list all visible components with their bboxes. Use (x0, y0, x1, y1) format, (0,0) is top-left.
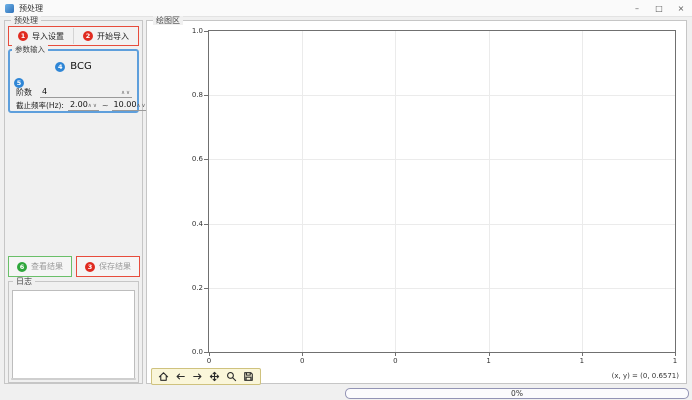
y-tick (204, 288, 209, 289)
signal-type-row: 4 BCG (10, 61, 137, 72)
x-tick-label: 1 (673, 357, 677, 365)
app-icon (5, 4, 14, 13)
plot-toolbar (151, 368, 261, 385)
x-tick-label: 0 (393, 357, 397, 365)
home-button[interactable] (158, 371, 169, 382)
y-tick-label: 0.4 (192, 220, 203, 228)
log-group-title: 日志 (13, 277, 35, 286)
zoom-button[interactable] (226, 371, 237, 382)
y-tick-label: 0.0 (192, 348, 203, 356)
import-settings-label: 导入设置 (32, 31, 64, 42)
x-tick (209, 352, 210, 356)
save-results-label: 保存结果 (99, 261, 131, 272)
view-results-label: 查看结果 (31, 261, 63, 272)
progress-value: 0% (511, 389, 523, 398)
gridline (209, 159, 675, 160)
gridline (209, 224, 675, 225)
y-tick-label: 0.8 (192, 91, 203, 99)
x-tick (675, 352, 676, 356)
x-tick-label: 0 (300, 357, 304, 365)
title-bar: 预处理 – □ × (0, 0, 692, 17)
window-title: 预处理 (19, 3, 43, 14)
gridline (302, 31, 303, 352)
y-tick (204, 31, 209, 32)
signal-type-label: BCG (70, 61, 91, 72)
cutoff-low-spinbox[interactable]: 2.00 ∧∨ (68, 100, 99, 111)
filter-order-row: 阶数 4 ∧∨ (16, 87, 132, 98)
x-tick-label: 1 (580, 357, 584, 365)
gridline (209, 95, 675, 96)
preprocess-panel: 预处理 1 导入设置 2 开始导入 参数输入 4 BCG 5 阶数 (4, 20, 143, 384)
back-arrow-icon (175, 371, 186, 382)
x-tick (395, 352, 396, 356)
window-controls: – □ × (626, 0, 692, 17)
x-tick-label: 0 (207, 357, 211, 365)
range-separator: ~ (102, 101, 109, 110)
pan-icon (209, 371, 220, 382)
cutoff-high-spinbox[interactable]: 10.00 ∧∨ (112, 100, 148, 111)
y-tick (204, 159, 209, 160)
filter-order-value: 4 (42, 87, 47, 96)
plot-panel: 绘图区 1.0 0.8 0.6 0.4 0.2 0.0 (146, 20, 687, 384)
parameter-input-group: 参数输入 4 BCG 5 阶数 4 ∧∨ 截止频率(Hz): 2.00 ∧∨ (8, 49, 139, 113)
cursor-coordinates-readout: (x, y) = (0, 0.6571) (612, 372, 679, 380)
gridline (489, 31, 490, 352)
log-group: 日志 (8, 281, 139, 383)
step-3-badge: 3 (85, 262, 95, 272)
spin-down-icon: ∨ (126, 90, 131, 96)
import-settings-button[interactable]: 1 导入设置 (9, 27, 73, 45)
step-4-badge: 4 (55, 62, 65, 72)
cutoff-frequency-row: 截止频率(Hz): 2.00 ∧∨ ~ 10.00 ∧∨ (16, 100, 132, 111)
gridline (395, 31, 396, 352)
pan-button[interactable] (209, 371, 220, 382)
cutoff-low-value: 2.00 (70, 100, 88, 109)
import-button-group: 1 导入设置 2 开始导入 (8, 26, 139, 46)
view-results-button[interactable]: 6 查看结果 (8, 256, 72, 277)
gridline (582, 31, 583, 352)
filter-order-spinbox[interactable]: 4 ∧∨ (40, 87, 132, 98)
x-tick (489, 352, 490, 356)
x-tick-label: 1 (486, 357, 490, 365)
save-results-button[interactable]: 3 保存结果 (76, 256, 140, 277)
back-button[interactable] (175, 371, 186, 382)
home-icon (158, 371, 169, 382)
step-1-badge: 1 (18, 31, 28, 41)
start-import-button[interactable]: 2 开始导入 (74, 27, 138, 45)
plot-panel-title: 绘图区 (153, 16, 183, 25)
start-import-label: 开始导入 (97, 31, 129, 42)
plot-axes[interactable]: 1.0 0.8 0.6 0.4 0.2 0.0 0 0 0 1 1 1 (208, 30, 676, 353)
save-icon (243, 371, 254, 382)
y-tick-label: 1.0 (192, 27, 203, 35)
x-tick (582, 352, 583, 356)
forward-arrow-icon (192, 371, 203, 382)
progress-bar: 0% (345, 388, 689, 399)
spin-down-icon: ∨ (93, 103, 98, 109)
cutoff-high-value: 10.00 (114, 100, 137, 109)
parameter-group-title: 参数输入 (12, 45, 48, 54)
log-textarea[interactable] (12, 290, 135, 379)
gridline (209, 288, 675, 289)
filter-order-label: 阶数 (16, 87, 32, 98)
preprocess-panel-title: 预处理 (11, 16, 41, 25)
y-tick-label: 0.2 (192, 284, 203, 292)
save-figure-button[interactable] (243, 371, 254, 382)
step-2-badge: 2 (83, 31, 93, 41)
y-tick (204, 224, 209, 225)
step-6-badge: 6 (17, 262, 27, 272)
cutoff-frequency-label: 截止频率(Hz): (16, 100, 64, 111)
y-tick-label: 0.6 (192, 155, 203, 163)
y-tick (204, 95, 209, 96)
close-icon[interactable]: × (670, 0, 692, 17)
maximize-icon[interactable]: □ (648, 0, 670, 17)
minimize-icon[interactable]: – (626, 0, 648, 17)
x-tick (302, 352, 303, 356)
log-scrollbar[interactable] (11, 378, 136, 380)
forward-button[interactable] (192, 371, 203, 382)
magnifier-icon (226, 371, 237, 382)
